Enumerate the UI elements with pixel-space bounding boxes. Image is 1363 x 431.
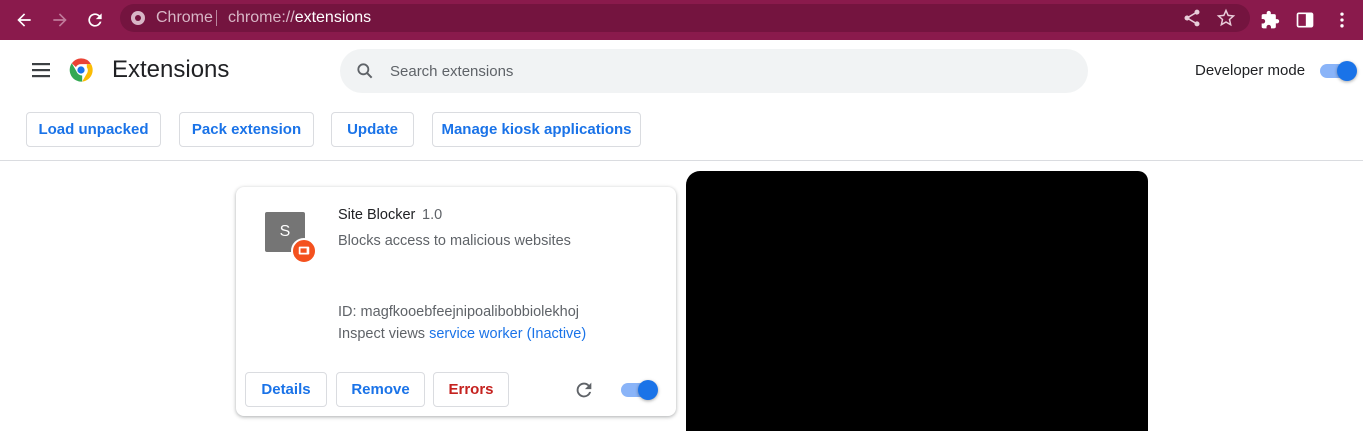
pack-extension-button[interactable]: Pack extension [179,112,314,147]
developer-mode-label: Developer mode [1195,62,1306,79]
toggle-knob [638,380,658,400]
inspect-views-label: Inspect views [338,326,426,342]
details-button[interactable]: Details [245,372,327,407]
toggle-knob [1337,61,1357,81]
forward-button[interactable] [46,6,74,34]
puzzle-icon [1261,10,1280,29]
hamburger-menu-icon[interactable] [28,58,54,82]
unpacked-badge-icon [291,238,317,264]
page-title: Extensions [112,56,230,83]
extension-enabled-toggle[interactable] [621,380,658,400]
search-box[interactable] [340,49,1088,93]
screen-icon [298,246,310,255]
extension-description: Blocks access to malicious websites [338,233,571,249]
url-path: extensions [294,9,372,26]
side-panel-button[interactable] [1291,6,1319,34]
redacted-area [686,171,1148,431]
remove-button[interactable]: Remove [336,372,425,407]
extension-name: Site Blocker [338,207,416,223]
search-icon [357,63,373,79]
browser-toolbar: Chrome chrome://extensions [0,0,1363,40]
extension-id: ID: magfkooebfeejnipoalibobbiolekhoj [338,304,580,320]
omnibox[interactable]: Chrome chrome://extensions [120,4,1250,32]
extension-version: 1.0 [422,207,443,223]
extensions-menu-button[interactable] [1256,6,1284,34]
arrow-right-icon [53,13,67,27]
side-panel-icon [1296,12,1314,28]
kebab-menu-icon [1340,12,1344,28]
omnibox-chip: Chrome [156,9,213,26]
manage-kiosk-button[interactable]: Manage kiosk applications [432,112,641,147]
arrow-left-icon [17,13,31,27]
bookmark-star-icon[interactable] [1216,8,1236,28]
load-unpacked-button[interactable]: Load unpacked [26,112,161,147]
reload-extension-icon[interactable] [573,379,595,401]
omnibox-separator [216,10,217,26]
reload-icon [88,13,102,27]
chrome-logo-icon [69,58,93,82]
extensions-header: Extensions Developer mode [0,40,1363,100]
omnibox-url: chrome://extensions [228,9,371,27]
browser-menu-button[interactable] [1328,6,1356,34]
service-worker-link[interactable]: service worker (Inactive) [429,326,586,342]
header-divider [0,160,1363,161]
inspect-views: Inspect views service worker (Inactive) [338,326,586,342]
errors-button[interactable]: Errors [433,372,509,407]
back-button[interactable] [10,6,38,34]
developer-mode-toggle[interactable] [1320,61,1357,81]
url-scheme: chrome:// [228,9,295,26]
share-icon[interactable] [1182,8,1202,28]
update-button[interactable]: Update [331,112,414,147]
chrome-icon [131,11,145,25]
search-input[interactable] [390,59,1050,83]
extension-card: S Site Blocker 1.0 Blocks access to mali… [236,187,676,416]
reload-page-button[interactable] [81,6,109,34]
